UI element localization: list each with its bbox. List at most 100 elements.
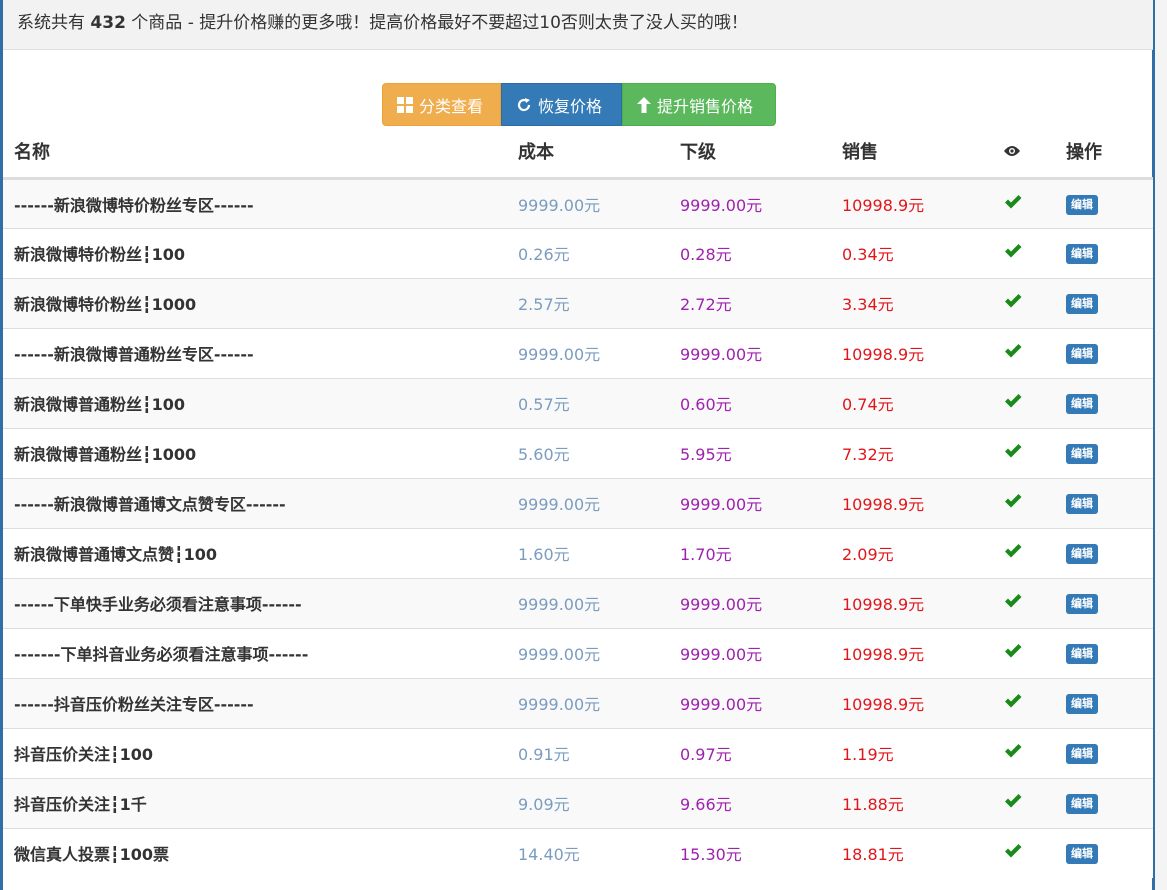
table-row: 新浪微博特价粉丝┇1000 2.57元 2.72元 3.34元 编辑 — [3, 277, 1153, 328]
raise-price-button[interactable]: 提升销售价格 — [622, 83, 776, 126]
edit-button[interactable]: 编辑 — [1066, 744, 1098, 764]
product-sale-price: 2.09元 — [831, 527, 993, 578]
product-status — [993, 277, 1055, 328]
product-cost: 0.91元 — [507, 727, 669, 778]
product-lower-price: 2.72元 — [669, 277, 831, 328]
product-sale-price: 11.88元 — [831, 777, 993, 828]
table-row: ------新浪微博特价粉丝专区------ 9999.00元 9999.00元 10… — [3, 177, 1153, 228]
product-lower-price: 9.66元 — [669, 777, 831, 828]
product-lower-price: 9999.00元 — [669, 677, 831, 728]
eye-icon — [1004, 145, 1020, 156]
product-name: ------新浪微博普通粉丝专区------ — [3, 327, 507, 378]
product-sale-price: 18.81元 — [831, 827, 993, 878]
edit-button[interactable]: 编辑 — [1066, 344, 1098, 364]
product-cost: 9999.00元 — [507, 477, 669, 528]
edit-button[interactable]: 编辑 — [1066, 494, 1098, 514]
product-name: 微信真人投票┇100票 — [3, 827, 507, 878]
table-row: 新浪微博特价粉丝┇100 0.26元 0.28元 0.34元 编辑 — [3, 227, 1153, 278]
edit-button[interactable]: 编辑 — [1066, 544, 1098, 564]
product-status — [993, 427, 1055, 478]
product-status — [993, 527, 1055, 578]
product-sale-price: 10998.9元 — [831, 327, 993, 378]
table-row: 抖音压价关注┇1千 9.09元 9.66元 11.88元 编辑 — [3, 777, 1153, 828]
product-status — [993, 627, 1055, 678]
table-row: 抖音压价关注┇100 0.91元 0.97元 1.19元 编辑 — [3, 727, 1153, 778]
col-header-cost: 成本 — [507, 126, 669, 180]
edit-button[interactable]: 编辑 — [1066, 444, 1098, 464]
edit-button[interactable]: 编辑 — [1066, 244, 1098, 264]
product-name: 新浪微博普通粉丝┇1000 — [3, 427, 507, 478]
table-header-row: 名称 成本 下级 销售 操作 — [3, 126, 1153, 180]
product-ops: 编辑 — [1055, 327, 1153, 378]
product-name: 新浪微博特价粉丝┇1000 — [3, 277, 507, 328]
product-ops: 编辑 — [1055, 727, 1153, 778]
restore-price-button[interactable]: 恢复价格 — [501, 83, 622, 126]
product-cost: 1.60元 — [507, 527, 669, 578]
check-icon — [1005, 344, 1022, 358]
check-icon — [1005, 394, 1022, 408]
edit-button[interactable]: 编辑 — [1066, 794, 1098, 814]
product-cost: 14.40元 — [507, 827, 669, 878]
table-row: ------抖音压价粉丝关注专区------ 9999.00元 9999.00元 10… — [3, 677, 1153, 728]
edit-button[interactable]: 编辑 — [1066, 644, 1098, 664]
col-header-ops: 操作 — [1055, 126, 1153, 180]
product-name: ------下单快手业务必须看注意事项------ — [3, 577, 507, 628]
product-ops: 编辑 — [1055, 227, 1153, 278]
product-cost: 9999.00元 — [507, 627, 669, 678]
product-status — [993, 777, 1055, 828]
product-cost: 5.60元 — [507, 427, 669, 478]
product-ops: 编辑 — [1055, 477, 1153, 528]
col-header-name: 名称 — [3, 126, 507, 180]
edit-button[interactable]: 编辑 — [1066, 194, 1098, 215]
product-name: 抖音压价关注┇1千 — [3, 777, 507, 828]
product-lower-price: 9999.00元 — [669, 327, 831, 378]
check-icon — [1005, 794, 1022, 808]
edit-button[interactable]: 编辑 — [1066, 844, 1098, 865]
check-icon — [1005, 844, 1022, 858]
product-lower-price: 0.28元 — [669, 227, 831, 278]
product-cost: 9999.00元 — [507, 677, 669, 728]
notice-bar: 系统共有 432 个商品 - 提升价格赚的更多哦！提高价格最好不要超过10否则太… — [3, 0, 1153, 50]
product-status — [993, 377, 1055, 428]
product-sale-price: 10998.9元 — [831, 177, 993, 228]
product-ops: 编辑 — [1055, 177, 1153, 228]
product-ops: 编辑 — [1055, 777, 1153, 828]
check-icon — [1005, 444, 1022, 458]
product-sale-price: 10998.9元 — [831, 627, 993, 678]
product-ops: 编辑 — [1055, 277, 1153, 328]
category-view-button[interactable]: 分类查看 — [382, 83, 501, 126]
check-icon — [1005, 744, 1022, 758]
product-ops: 编辑 — [1055, 527, 1153, 578]
product-lower-price: 5.95元 — [669, 427, 831, 478]
product-status — [993, 577, 1055, 628]
table-row: ------新浪微博普通粉丝专区------ 9999.00元 9999.00元 10… — [3, 327, 1153, 378]
product-name: 新浪微博特价粉丝┇100 — [3, 227, 507, 278]
table-row: -------下单抖音业务必须看注意事项------ 9999.00元 9999.0… — [3, 627, 1153, 678]
notice-prefix: 系统共有 — [17, 13, 91, 33]
product-name: -------下单抖音业务必须看注意事项------ — [3, 627, 507, 678]
th-large-icon — [397, 96, 413, 113]
refresh-icon — [517, 97, 531, 111]
product-name: ------抖音压价粉丝关注专区------ — [3, 677, 507, 728]
check-icon — [1005, 294, 1022, 308]
check-icon — [1005, 494, 1022, 508]
product-sale-price: 7.32元 — [831, 427, 993, 478]
edit-button[interactable]: 编辑 — [1066, 694, 1098, 714]
edit-button[interactable]: 编辑 — [1066, 294, 1098, 314]
toolbar: 分类查看 恢复价格 提升销售价格 — [382, 83, 776, 126]
category-view-label: 分类查看 — [419, 96, 484, 116]
product-cost: 9999.00元 — [507, 177, 669, 228]
table-row: ------新浪微博普通博文点赞专区------ 9999.00元 9999.00元… — [3, 477, 1153, 528]
product-lower-price: 0.97元 — [669, 727, 831, 778]
product-ops: 编辑 — [1055, 827, 1153, 878]
edit-button[interactable]: 编辑 — [1066, 394, 1098, 414]
product-status — [993, 477, 1055, 528]
col-header-visibility — [993, 126, 1055, 180]
product-sale-price: 0.74元 — [831, 377, 993, 428]
scrollbar-track[interactable] — [1155, 0, 1167, 890]
arrow-up-icon — [637, 96, 651, 113]
product-status — [993, 227, 1055, 278]
product-name: ------新浪微博特价粉丝专区------ — [3, 177, 507, 228]
product-status — [993, 727, 1055, 778]
edit-button[interactable]: 编辑 — [1066, 594, 1098, 614]
